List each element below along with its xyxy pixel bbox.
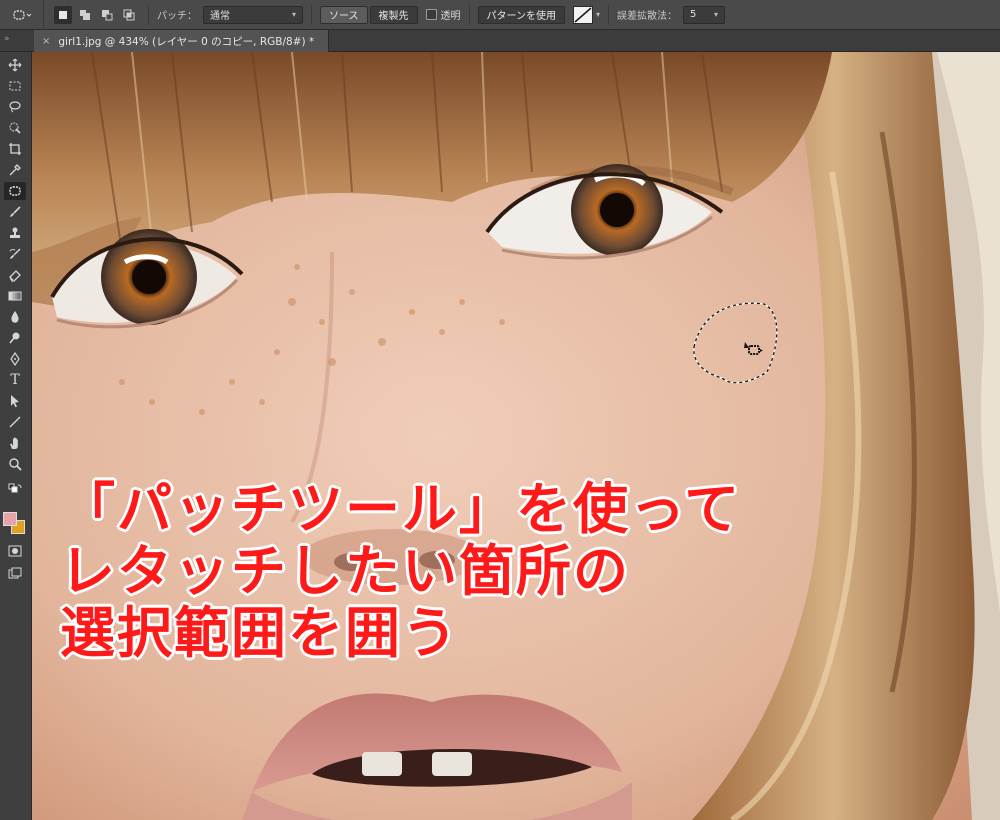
subtract-selection-button[interactable] — [98, 6, 116, 24]
dodge-tool[interactable] — [4, 329, 26, 347]
eyedropper-icon — [9, 164, 21, 176]
subtract-selection-icon — [102, 9, 113, 20]
document-tab-bar: » × girl1.jpg @ 434% (レイヤー 0 のコピー, RGB/8… — [0, 30, 1000, 52]
path-select-tool[interactable] — [4, 392, 26, 410]
collapse-panels-icon[interactable]: » — [4, 34, 10, 44]
use-pattern-button[interactable]: パターンを使用 — [477, 5, 565, 24]
hand-tool[interactable] — [4, 434, 26, 452]
eraser-icon — [9, 270, 21, 282]
pen-icon — [10, 352, 20, 366]
diffusion-dropdown[interactable]: 5 ▾ — [683, 5, 726, 24]
document-canvas[interactable]: 「パッチツール」を使って レタッチしたい箇所の 選択範囲を囲う — [32, 52, 1000, 820]
history-brush-icon — [9, 248, 21, 259]
checkbox-box — [425, 9, 437, 20]
document-tab[interactable]: × girl1.jpg @ 434% (レイヤー 0 のコピー, RGB/8#)… — [34, 30, 330, 52]
options-bar: パッチ： 通常 ▾ ソース 複製先 透明 パターンを使用 ▾ 誤差拡散法： 5 … — [0, 0, 1000, 30]
gradient-tool[interactable] — [4, 287, 26, 305]
patch-label: パッチ： — [157, 11, 197, 22]
pattern-picker[interactable]: ▾ — [573, 5, 601, 24]
move-tool[interactable] — [4, 56, 26, 74]
type-tool[interactable]: T — [4, 371, 26, 389]
separator — [608, 4, 610, 25]
crop-tool[interactable] — [4, 140, 26, 158]
add-selection-icon — [80, 9, 90, 20]
zoom-icon — [9, 458, 22, 471]
history-brush-tool[interactable] — [4, 245, 26, 263]
diffusion-label: 誤差拡散法： — [617, 11, 678, 22]
quick-mask-button[interactable] — [4, 542, 26, 560]
marquee-tool[interactable] — [4, 77, 26, 95]
separator — [148, 4, 149, 25]
tool-preset-picker[interactable] — [0, 0, 44, 30]
stamp-tool[interactable] — [4, 224, 26, 242]
transparent-checkbox[interactable]: 透明 — [425, 7, 461, 22]
crop-icon — [9, 143, 21, 155]
chevron-down-icon: ▾ — [596, 10, 601, 19]
default-colors-icon — [8, 483, 22, 493]
document-title: girl1.jpg @ 434% (レイヤー 0 のコピー, RGB/8#) * — [58, 35, 315, 48]
caption-line-3: 選択範囲を囲う — [60, 601, 460, 665]
stamp-icon — [10, 227, 20, 238]
pen-tool[interactable] — [4, 350, 26, 368]
caption-line-2: レタッチしたい箇所の — [60, 539, 631, 603]
transparent-label: 透明 — [440, 11, 461, 22]
path-select-icon — [11, 395, 19, 408]
default-colors-button[interactable] — [4, 483, 26, 496]
separator — [311, 4, 312, 25]
brush-tool[interactable] — [4, 203, 26, 221]
patch-mode-value: 通常 — [210, 11, 230, 22]
patch-mode-dropdown[interactable]: 通常 ▾ — [203, 5, 303, 24]
blur-tool[interactable] — [4, 308, 26, 326]
separator — [468, 4, 470, 25]
gradient-icon — [8, 291, 22, 301]
patch-tool-icon — [9, 186, 21, 196]
eyedropper-tool[interactable] — [4, 161, 26, 179]
marquee-icon — [9, 81, 21, 91]
destination-button[interactable]: 複製先 — [369, 5, 418, 24]
chevron-down-icon: ▾ — [714, 10, 719, 19]
diffusion-value: 5 — [690, 9, 697, 20]
photo-girl-face — [32, 52, 1000, 820]
foreground-color-swatch[interactable] — [3, 512, 17, 526]
type-icon: T — [10, 372, 20, 388]
photoshop-window: パッチ： 通常 ▾ ソース 複製先 透明 パターンを使用 ▾ 誤差拡散法： 5 … — [0, 0, 1000, 820]
screen-mode-icon — [8, 567, 22, 579]
eraser-tool[interactable] — [4, 266, 26, 284]
zoom-tool[interactable] — [4, 455, 26, 473]
caption-line-1: 「パッチツール」を使って — [60, 477, 742, 541]
new-selection-icon — [59, 10, 67, 19]
screen-mode-button[interactable] — [4, 564, 26, 582]
quick-select-icon — [9, 122, 21, 134]
tutorial-caption: 「パッチツール」を使って レタッチしたい箇所の 選択範囲を囲う — [60, 478, 741, 664]
brush-icon — [10, 206, 21, 217]
blur-icon — [11, 311, 19, 323]
chevron-down-icon: ▾ — [291, 10, 296, 19]
dodge-icon — [9, 332, 20, 344]
add-selection-button[interactable] — [76, 6, 94, 24]
line-tool[interactable] — [4, 413, 26, 431]
source-button[interactable]: ソース — [320, 5, 368, 24]
move-icon — [8, 58, 22, 72]
hand-icon — [10, 437, 18, 449]
line-icon — [9, 416, 21, 428]
tools-panel: T — [0, 52, 32, 820]
patch-tool[interactable] — [4, 182, 26, 200]
quick-mask-icon — [8, 545, 22, 557]
pattern-swatch-icon — [573, 5, 593, 24]
quick-select-tool[interactable] — [4, 119, 26, 137]
intersect-selection-icon — [123, 9, 135, 20]
patch-tool-icon — [12, 9, 31, 20]
intersect-selection-button[interactable] — [120, 6, 138, 24]
close-icon[interactable]: × — [42, 36, 50, 47]
lasso-icon — [9, 101, 21, 113]
lasso-tool[interactable] — [4, 98, 26, 116]
new-selection-button[interactable] — [54, 5, 72, 24]
